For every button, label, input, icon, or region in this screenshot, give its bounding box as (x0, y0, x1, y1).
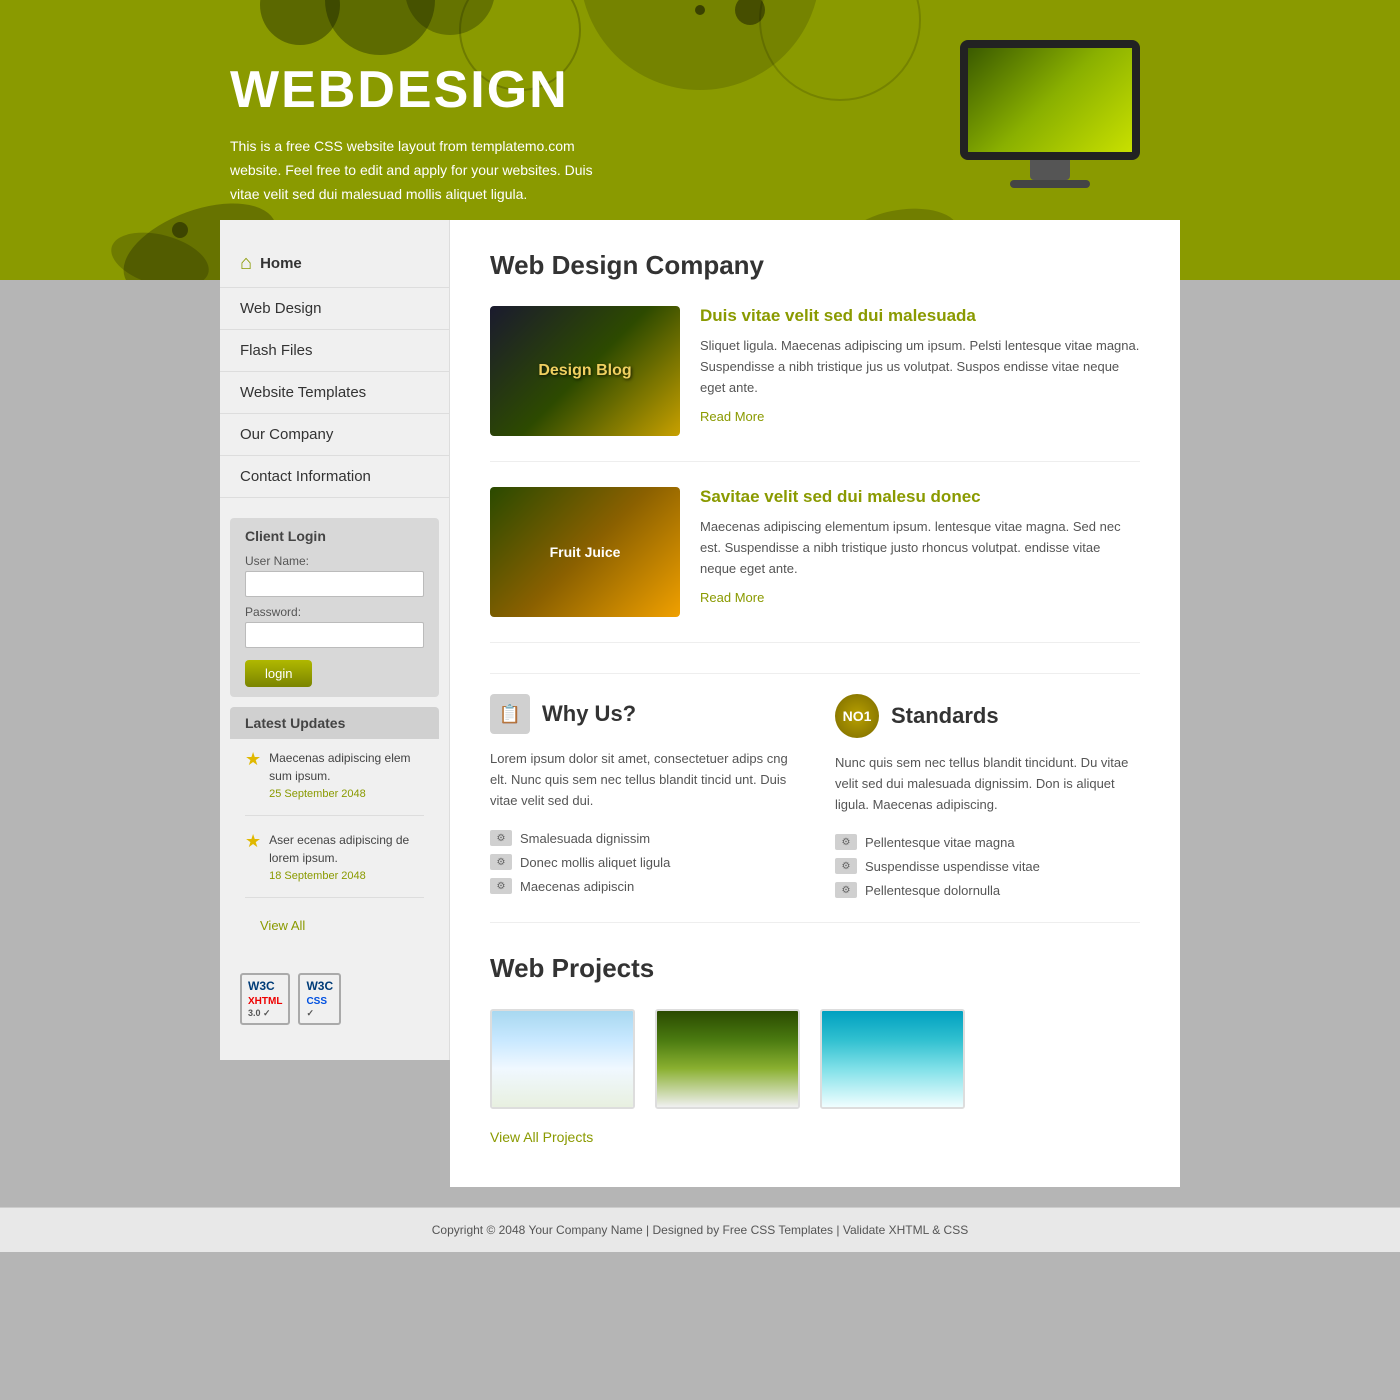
why-us-title: 📋 Why Us? (490, 694, 795, 734)
blog-post-title-1[interactable]: Duis vitae velit sed dui malesuada (700, 306, 1140, 326)
blog-post-2: Savitae velit sed dui malesu donec Maece… (490, 487, 1140, 643)
project-thumb-3[interactable] (820, 1009, 965, 1109)
std-feature-3: ⚙ Pellentesque dolornulla (835, 878, 1140, 902)
updates-content: ★ Maecenas adipiscing elem sum ipsum. 25… (230, 739, 439, 948)
header-title-light: DESIGN (357, 61, 568, 119)
password-label: Password: (245, 605, 424, 619)
blog-info-1: Duis vitae velit sed dui malesuada Sliqu… (700, 306, 1140, 436)
blog-excerpt-1: Sliquet ligula. Maecenas adipiscing um i… (700, 336, 1140, 398)
standards-text: Nunc quis sem nec tellus blandit tincidu… (835, 753, 1140, 815)
standards-icon: NO1 (835, 694, 879, 738)
why-us-text: Lorem ipsum dolor sit amet, consectetuer… (490, 749, 795, 811)
latest-updates-box: Latest Updates ★ Maecenas adipiscing ele… (230, 707, 439, 948)
username-label: User Name: (245, 554, 424, 568)
blog-info-2: Savitae velit sed dui malesu donec Maece… (700, 487, 1140, 617)
sidebar-item-home[interactable]: ⌂ Home (220, 240, 449, 288)
blog-thumb-2 (490, 487, 680, 617)
sidebar-item-webdesign[interactable]: Web Design (220, 288, 449, 330)
why-feature-1: ⚙ Smalesuada dignissim (490, 826, 795, 850)
standards-title: NO1 Standards (835, 694, 1140, 738)
client-login-box: Client Login User Name: Password: login (230, 518, 439, 697)
latest-updates-title: Latest Updates (230, 707, 439, 739)
view-all-link[interactable]: View All (245, 913, 424, 938)
client-login-title: Client Login (245, 528, 424, 544)
blog-posts: Duis vitae velit sed dui malesuada Sliqu… (490, 306, 1140, 643)
why-feature-3: ⚙ Maecenas adipiscin (490, 874, 795, 898)
main-section-title: Web Design Company (490, 250, 1140, 281)
why-us-col: 📋 Why Us? Lorem ipsum dolor sit amet, co… (490, 694, 795, 902)
sidebar-item-contactinfo[interactable]: Contact Information (220, 456, 449, 498)
sidebar-item-ourcompany[interactable]: Our Company (220, 414, 449, 456)
update-text-1: Maecenas adipiscing elem sum ipsum. (269, 751, 410, 783)
why-bullet-2: ⚙ (490, 854, 512, 870)
why-us-features: ⚙ Smalesuada dignissim ⚙ Donec mollis al… (490, 826, 795, 898)
update-star-1: ★ (245, 749, 261, 770)
web-projects-title: Web Projects (490, 953, 1140, 984)
update-date-2: 18 September 2048 (269, 870, 424, 882)
std-feature-2: ⚙ Suspendisse uspendisse vitae (835, 854, 1140, 878)
sidebar-item-flashfiles[interactable]: Flash Files (220, 330, 449, 372)
main-wrapper: ⌂ Home Web Design Flash Files Website Te… (220, 220, 1180, 1187)
nav-menu: ⌂ Home Web Design Flash Files Website Te… (220, 220, 449, 508)
std-bullet-3: ⚙ (835, 882, 857, 898)
why-bullet-3: ⚙ (490, 878, 512, 894)
footer-text: Copyright © 2048 Your Company Name | Des… (432, 1223, 968, 1237)
two-col-section: 📋 Why Us? Lorem ipsum dolor sit amet, co… (490, 673, 1140, 923)
username-input[interactable] (245, 571, 424, 597)
update-item-2: ★ Aser ecenas adipiscing de lorem ipsum.… (245, 831, 424, 898)
login-button[interactable]: login (245, 660, 312, 687)
read-more-2[interactable]: Read More (700, 590, 764, 605)
header-title-bold: WEB (230, 61, 357, 119)
header-description: This is a free CSS website layout from t… (230, 135, 610, 206)
footer: Copyright © 2048 Your Company Name | Des… (0, 1207, 1400, 1252)
update-star-2: ★ (245, 831, 261, 852)
std-feature-1: ⚙ Pellentesque vitae magna (835, 830, 1140, 854)
project-img-1 (492, 1011, 633, 1107)
main-content: Web Design Company Duis vitae velit sed … (450, 220, 1180, 1187)
update-item-1: ★ Maecenas adipiscing elem sum ipsum. 25… (245, 749, 424, 816)
project-thumb-1[interactable] (490, 1009, 635, 1109)
sidebar: ⌂ Home Web Design Flash Files Website Te… (220, 220, 450, 1060)
w3c-css-badge: W3C CSS ✓ (298, 973, 341, 1025)
update-date-1: 25 September 2048 (269, 788, 424, 800)
blog-post-title-2[interactable]: Savitae velit sed dui malesu donec (700, 487, 1140, 507)
why-feature-2: ⚙ Donec mollis aliquet ligula (490, 850, 795, 874)
blog-thumb-1 (490, 306, 680, 436)
read-more-1[interactable]: Read More (700, 409, 764, 424)
blog-thumb-img-1 (490, 306, 680, 436)
project-thumb-2[interactable] (655, 1009, 800, 1109)
blog-post-1: Duis vitae velit sed dui malesuada Sliqu… (490, 306, 1140, 462)
header-title: WEBDESIGN (230, 60, 1400, 120)
std-bullet-2: ⚙ (835, 858, 857, 874)
w3c-badges: W3C XHTML 3.0 ✓ W3C CSS ✓ (220, 958, 449, 1040)
std-bullet-1: ⚙ (835, 834, 857, 850)
project-img-2 (657, 1011, 798, 1107)
standards-features: ⚙ Pellentesque vitae magna ⚙ Suspendisse… (835, 830, 1140, 902)
project-img-3 (822, 1011, 963, 1107)
w3c-xhtml-badge: W3C XHTML 3.0 ✓ (240, 973, 290, 1025)
web-projects-section: Web Projects View All Projects (490, 953, 1140, 1147)
standards-col: NO1 Standards Nunc quis sem nec tellus b… (835, 694, 1140, 902)
why-icon: 📋 (490, 694, 530, 734)
update-text-2: Aser ecenas adipiscing de lorem ipsum. (269, 833, 409, 865)
view-all-projects-link[interactable]: View All Projects (490, 1129, 593, 1145)
sidebar-item-websitetemplates[interactable]: Website Templates (220, 372, 449, 414)
home-icon: ⌂ (240, 252, 252, 275)
blog-excerpt-2: Maecenas adipiscing elementum ipsum. len… (700, 517, 1140, 579)
why-bullet-1: ⚙ (490, 830, 512, 846)
blog-thumb-img-2 (490, 487, 680, 617)
projects-grid (490, 1009, 1140, 1109)
password-input[interactable] (245, 622, 424, 648)
